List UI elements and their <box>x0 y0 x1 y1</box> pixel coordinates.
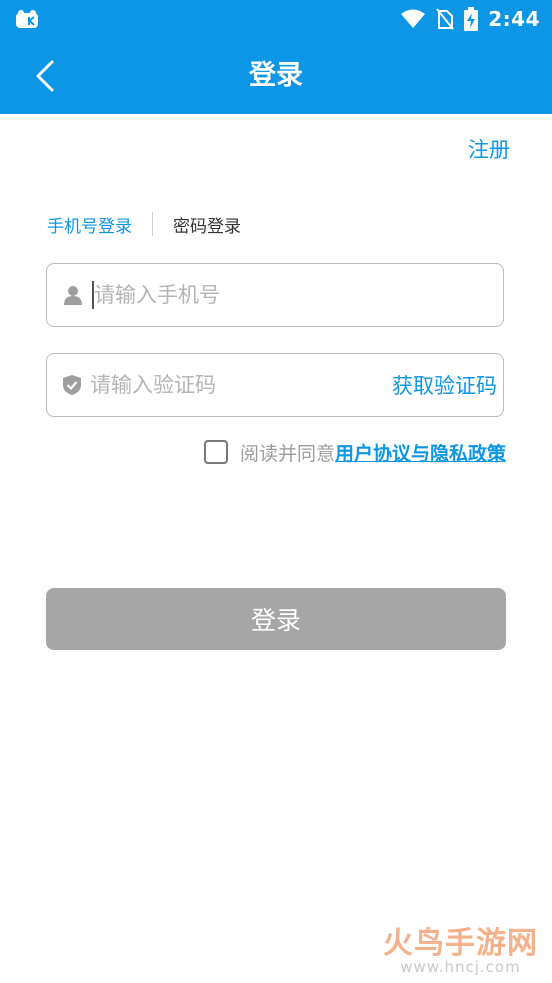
watermark: 火鸟手游网 www.hncj.com <box>383 918 538 976</box>
shield-check-icon <box>62 374 82 396</box>
clock: 2:44 <box>488 7 540 31</box>
register-link[interactable]: 注册 <box>468 134 510 164</box>
login-button[interactable]: 登录 <box>46 588 506 650</box>
agreement-checkbox[interactable] <box>203 440 228 464</box>
phone-input[interactable] <box>94 275 503 315</box>
user-icon <box>62 284 84 306</box>
watermark-name: 火鸟手游网 <box>383 926 538 961</box>
agreement-text: 阅读并同意 <box>239 442 335 465</box>
watermark-url: www.hncj.com <box>400 958 521 976</box>
phone-field[interactable] <box>46 263 504 327</box>
verification-code-input[interactable] <box>90 365 358 405</box>
agreement-row: 阅读并同意 用户协议与隐私政策 <box>203 437 506 467</box>
status-bar: 2:44 <box>0 0 552 38</box>
tab-divider <box>152 212 153 236</box>
tab-phone-login[interactable]: 手机号登录 <box>47 212 132 237</box>
verification-code-field[interactable]: 获取验证码 <box>46 353 504 417</box>
header-bar: 登录 <box>0 38 552 114</box>
page-title: 登录 <box>249 60 303 91</box>
no-sim-icon <box>436 8 455 30</box>
login-method-tabs: 手机号登录 密码登录 <box>47 210 241 238</box>
agreement-link[interactable]: 用户协议与隐私政策 <box>335 439 506 466</box>
app-notification-icon <box>16 10 38 28</box>
wifi-icon <box>401 9 426 28</box>
get-code-button[interactable]: 获取验证码 <box>362 370 527 400</box>
battery-charging-icon <box>464 7 479 31</box>
tab-password-login[interactable]: 密码登录 <box>173 212 241 237</box>
